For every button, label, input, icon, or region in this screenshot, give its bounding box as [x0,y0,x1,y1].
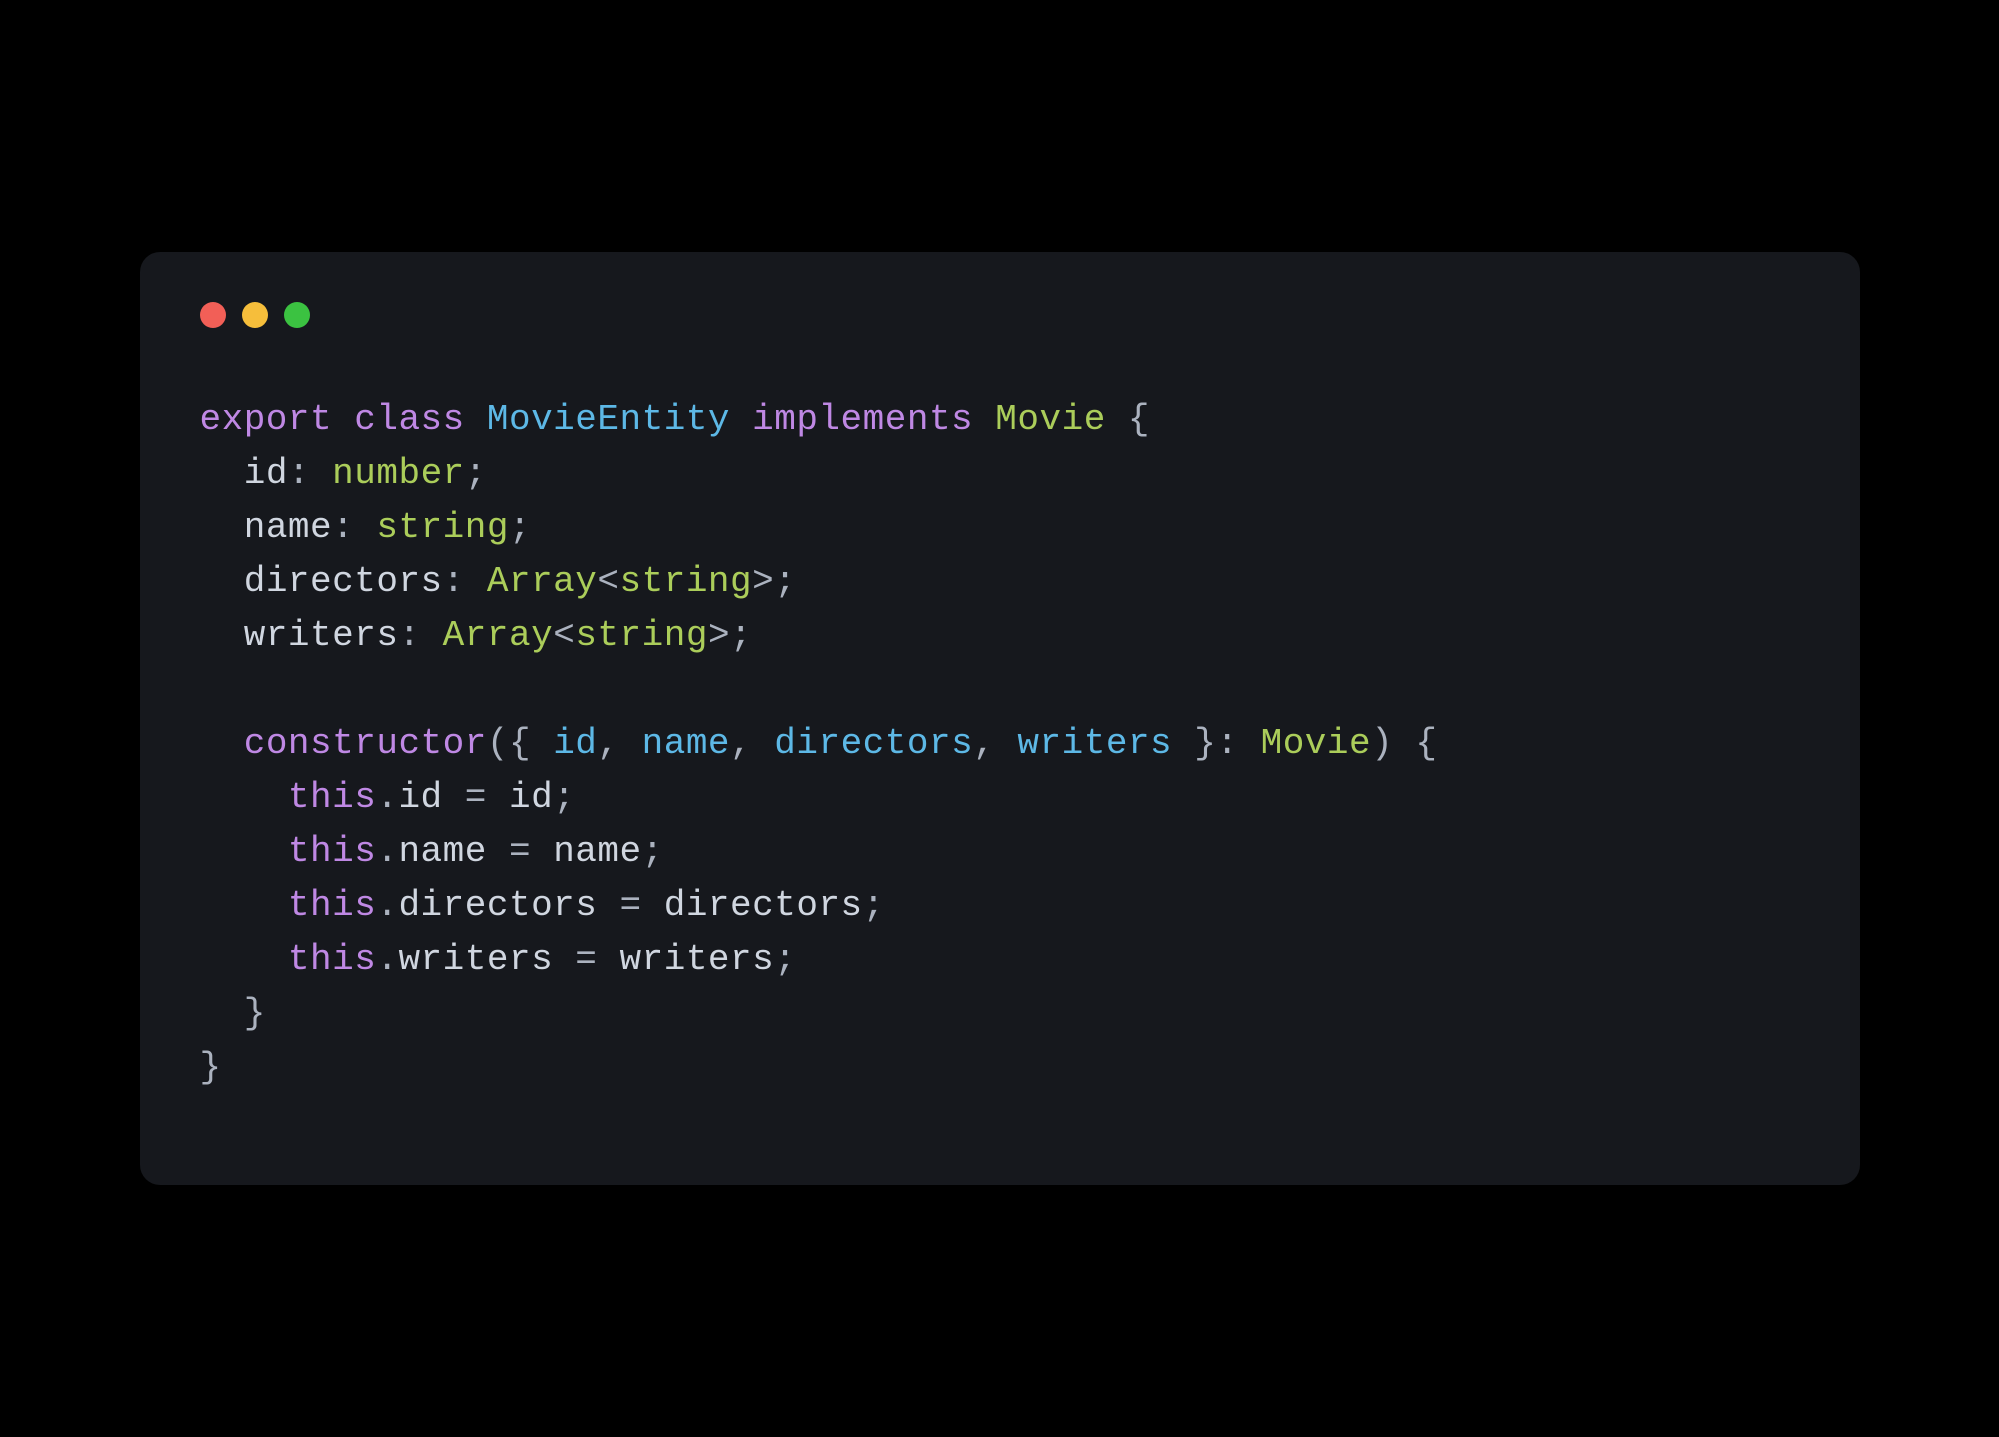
indent [200,453,244,494]
window-controls [200,302,1800,328]
class-name: MovieEntity [487,399,730,440]
type-array: Array [443,615,554,656]
equals: = [620,885,642,926]
comma: , [973,723,995,764]
type-string: string [620,561,753,602]
indent [200,939,288,980]
window-control-minimize[interactable] [242,302,268,328]
semicolon: ; [509,507,531,548]
destructure-open: { [509,723,531,764]
constructor-keyword: constructor [244,723,487,764]
interface-name: Movie [995,399,1106,440]
type-number: number [332,453,465,494]
property-writers: writers [398,939,553,980]
semicolon: ; [730,615,752,656]
dot: . [376,885,398,926]
dot: . [376,939,398,980]
open-brace: { [1128,399,1150,440]
open-paren: ( [487,723,509,764]
indent [200,561,244,602]
colon: : [332,507,354,548]
colon: : [1216,723,1238,764]
angle-bracket-lt: < [553,615,575,656]
indent [200,777,288,818]
destructure-close: } [1194,723,1216,764]
semicolon: ; [553,777,575,818]
equals: = [465,777,487,818]
indent [200,831,288,872]
semicolon: ; [774,561,796,602]
keyword-this: this [288,939,376,980]
semicolon: ; [774,939,796,980]
value-writers: writers [620,939,775,980]
constructor-close-brace: } [244,993,266,1034]
keyword-class: class [354,399,465,440]
indent [200,885,288,926]
indent [200,993,244,1034]
param-id: id [553,723,597,764]
semicolon: ; [465,453,487,494]
code-content: export class MovieEntity implements Movi… [200,393,1800,1095]
keyword-implements: implements [752,399,973,440]
property-name: name [244,507,332,548]
indent [200,507,244,548]
param-writers: writers [1017,723,1172,764]
value-name: name [553,831,641,872]
property-writers: writers [244,615,399,656]
equals: = [575,939,597,980]
close-paren: ) [1371,723,1393,764]
type-string: string [376,507,509,548]
property-id: id [398,777,442,818]
colon: : [398,615,420,656]
dot: . [376,777,398,818]
body-open-brace: { [1415,723,1437,764]
keyword-this: this [288,777,376,818]
window-control-maximize[interactable] [284,302,310,328]
property-id: id [244,453,288,494]
param-directors: directors [774,723,973,764]
value-directors: directors [664,885,863,926]
type-string: string [575,615,708,656]
code-window: export class MovieEntity implements Movi… [140,252,1860,1185]
window-control-close[interactable] [200,302,226,328]
equals: = [509,831,531,872]
comma: , [730,723,752,764]
keyword-this: this [288,831,376,872]
indent [200,615,244,656]
keyword-export: export [200,399,333,440]
property-directors: directors [244,561,443,602]
dot: . [376,831,398,872]
param-name: name [642,723,730,764]
property-name: name [398,831,486,872]
angle-bracket-gt: > [752,561,774,602]
semicolon: ; [642,831,664,872]
property-directors: directors [398,885,597,926]
angle-bracket-gt: > [708,615,730,656]
colon: : [288,453,310,494]
angle-bracket-lt: < [597,561,619,602]
value-id: id [509,777,553,818]
colon: : [443,561,465,602]
comma: , [597,723,619,764]
type-movie: Movie [1261,723,1372,764]
type-array: Array [487,561,598,602]
keyword-this: this [288,885,376,926]
semicolon: ; [863,885,885,926]
indent [200,723,244,764]
class-close-brace: } [200,1047,222,1088]
